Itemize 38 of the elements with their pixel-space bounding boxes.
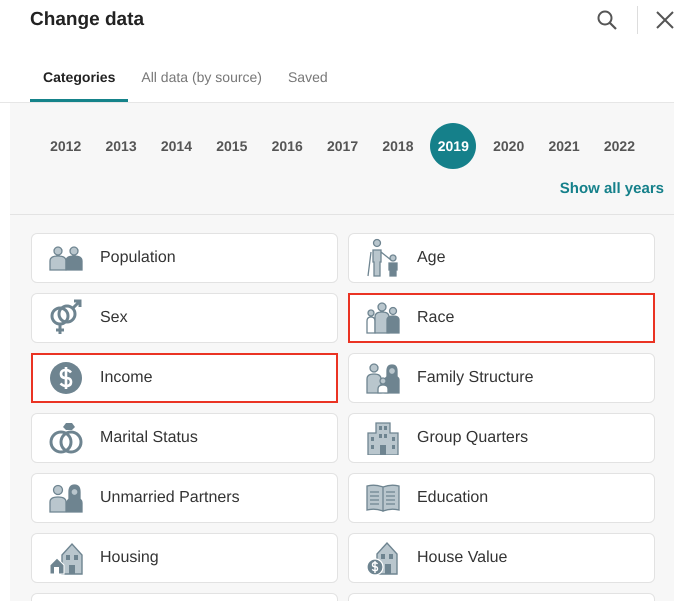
- year-button[interactable]: 2016: [264, 123, 310, 169]
- building-icon: [366, 421, 400, 455]
- book-icon: [365, 483, 401, 513]
- category-card[interactable]: Family Structure: [348, 353, 655, 403]
- year-button[interactable]: 2021: [541, 123, 588, 169]
- search-button[interactable]: [596, 9, 618, 31]
- year-button[interactable]: 2014: [153, 123, 200, 169]
- two-people-icon: [48, 482, 84, 514]
- year-button[interactable]: 2020: [486, 123, 532, 169]
- group-of-people-icon: [365, 301, 401, 335]
- tab[interactable]: All data (by source): [128, 55, 275, 102]
- close-button[interactable]: [656, 11, 674, 29]
- houses-icon: [48, 541, 84, 575]
- year-button[interactable]: 2017: [320, 123, 366, 169]
- year-button[interactable]: 2022: [596, 123, 642, 169]
- family-icon: [365, 361, 401, 395]
- year-button[interactable]: 2019: [430, 123, 476, 169]
- category-card[interactable]: Race: [348, 293, 655, 343]
- category-card[interactable]: Sex: [31, 293, 338, 343]
- year-button[interactable]: 2012: [42, 123, 89, 169]
- show-all-years-link[interactable]: Show all years: [560, 180, 664, 206]
- dollar-coin-icon: [48, 360, 84, 396]
- year-button[interactable]: 2015: [208, 123, 255, 169]
- category-card[interactable]: Income: [31, 353, 338, 403]
- year-button[interactable]: 2018: [374, 123, 421, 169]
- category-card[interactable]: House Value: [348, 533, 655, 583]
- category-card[interactable]: Housing: [31, 533, 338, 583]
- category-card[interactable]: Marital Status: [31, 413, 338, 463]
- category-card[interactable]: Group Quarters: [348, 413, 655, 463]
- tab[interactable]: Saved: [274, 55, 341, 102]
- year-button[interactable]: 2013: [98, 123, 144, 169]
- dialog-title: Change data: [30, 9, 146, 31]
- category-card[interactable]: Unmarried Partners: [31, 473, 338, 523]
- rings-icon: [48, 420, 84, 456]
- category-card[interactable]: Population: [31, 233, 338, 283]
- category-card[interactable]: Education: [348, 473, 655, 523]
- category-card[interactable]: Age: [348, 233, 655, 283]
- people-icon: [48, 244, 84, 272]
